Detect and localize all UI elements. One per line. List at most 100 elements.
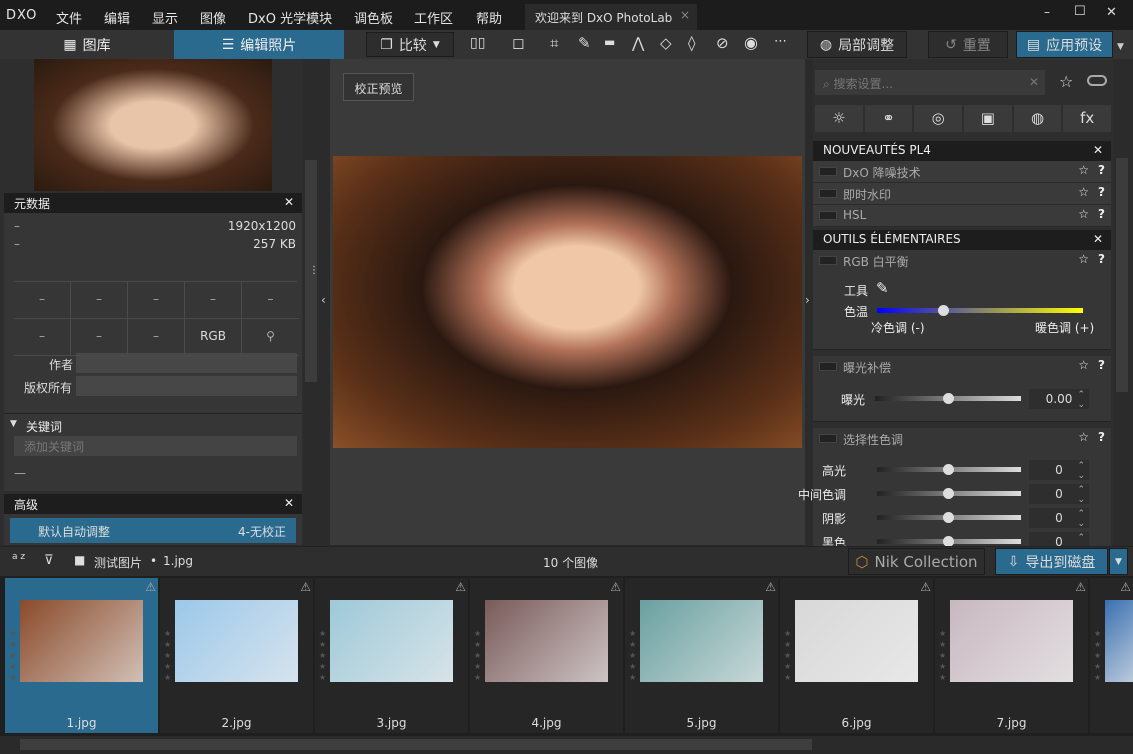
- repair-icon[interactable]: ⊘: [716, 34, 729, 52]
- star-icon[interactable]: ☆: [1078, 252, 1089, 266]
- nik-collection-button[interactable]: ⬡ Nik Collection: [848, 548, 985, 575]
- menu-palettes[interactable]: 调色板: [354, 8, 393, 27]
- star-icon[interactable]: ☆: [1078, 358, 1089, 372]
- tool-toggle[interactable]: [819, 362, 837, 371]
- help-icon[interactable]: ?: [1098, 358, 1105, 372]
- menu-workspace[interactable]: 工作区: [414, 8, 453, 27]
- help-icon[interactable]: ?: [1098, 163, 1105, 177]
- tool-row[interactable]: RGB 白平衡 ☆?: [813, 250, 1111, 272]
- palette-tab-color[interactable]: ⚭: [864, 105, 913, 132]
- slider-knob[interactable]: [943, 488, 954, 499]
- temperature-slider[interactable]: [877, 305, 1083, 316]
- help-icon[interactable]: ?: [1098, 185, 1105, 199]
- rating-stars[interactable]: ★ ★ ★ ★ ★: [784, 628, 791, 683]
- search-input[interactable]: ⌕ 搜索设置... ✕: [815, 70, 1045, 95]
- tone-value[interactable]: 0 ⌃⌄: [1029, 484, 1089, 505]
- tone-slider[interactable]: [877, 536, 1021, 547]
- collapse-triangle-icon[interactable]: ▼: [10, 419, 17, 429]
- close-icon[interactable]: ✕: [1093, 143, 1103, 157]
- close-icon[interactable]: ✕: [284, 195, 294, 209]
- correction-preview-button[interactable]: 校正预览: [343, 73, 414, 101]
- keywords-input[interactable]: 添加关键词: [14, 436, 297, 456]
- favorite-star-icon[interactable]: ☆: [1059, 72, 1073, 91]
- copyright-input[interactable]: [76, 376, 297, 396]
- tool-row[interactable]: 选择性色调 ☆?: [813, 428, 1111, 450]
- local-adjust-button[interactable]: ◍ 局部调整: [807, 31, 907, 58]
- star-icon[interactable]: ☆: [1078, 185, 1089, 199]
- exposure-value[interactable]: 0.00 ⌃ ⌄: [1029, 389, 1089, 410]
- tone-slider[interactable]: [877, 464, 1021, 475]
- slider-knob[interactable]: [943, 393, 954, 404]
- spinner-icon[interactable]: ⌃⌄: [1077, 509, 1085, 529]
- perspective-8-icon[interactable]: ◊: [688, 34, 695, 52]
- fit-view-icon[interactable]: ◻: [512, 34, 524, 52]
- close-icon[interactable]: ✕: [1093, 232, 1103, 246]
- apply-preset-button[interactable]: ▤ 应用预设: [1016, 31, 1113, 58]
- right-scrollbar[interactable]: [1116, 158, 1128, 392]
- menu-optics[interactable]: DxO 光学模块: [248, 8, 332, 27]
- help-icon[interactable]: ?: [1098, 430, 1105, 444]
- star-icon[interactable]: ☆: [1078, 430, 1089, 444]
- reset-button[interactable]: ↺ 重置: [928, 31, 1008, 58]
- minimize-button[interactable]: –: [1044, 5, 1050, 19]
- rating-stars[interactable]: ★ ★ ★ ★ ★: [164, 628, 171, 683]
- close-icon[interactable]: ✕: [284, 496, 294, 510]
- grid-overlay-icon[interactable]: ⋯: [774, 34, 787, 49]
- star-icon[interactable]: ☆: [1078, 207, 1089, 221]
- slider-knob[interactable]: [943, 464, 954, 475]
- rating-stars[interactable]: ★ ★ ★ ★ ★: [474, 628, 481, 683]
- collapse-right-icon[interactable]: ›: [805, 293, 810, 307]
- filmstrip-thumbnail[interactable]: ★ ★ ★ ★ ★ ⚠ 3.jpg: [315, 578, 468, 733]
- tab-close-icon[interactable]: ×: [680, 8, 690, 22]
- filmstrip-thumbnail[interactable]: ★ ★ ★ ★ ★ ⚠ 2.jpg: [160, 578, 313, 733]
- close-window-button[interactable]: ✕: [1106, 5, 1117, 20]
- tool-toggle[interactable]: [819, 211, 837, 220]
- spinner-icon[interactable]: ⌃⌄: [1077, 461, 1085, 481]
- crop-icon[interactable]: ⌗: [550, 34, 558, 52]
- rating-stars[interactable]: ★ ★ ★ ★ ★: [9, 628, 16, 683]
- preset-row[interactable]: 默认自动调整 4-无校正: [10, 518, 296, 543]
- tool-row[interactable]: DxO 降噪技术 ☆?: [813, 161, 1111, 183]
- panel-drag-handle-icon[interactable]: ⋮: [309, 265, 319, 276]
- eyedropper-icon[interactable]: ✎: [578, 34, 591, 52]
- slider-knob[interactable]: [943, 512, 954, 523]
- split-view-icon[interactable]: ▯▯: [470, 35, 485, 51]
- tool-toggle[interactable]: [819, 167, 837, 176]
- eye-icon[interactable]: ◉: [744, 33, 758, 52]
- tone-value[interactable]: 0 ⌃⌄: [1029, 508, 1089, 529]
- eyedropper-icon[interactable]: ✎: [876, 279, 889, 297]
- palette-tab-detail[interactable]: ◎: [914, 105, 963, 132]
- tone-slider[interactable]: [877, 488, 1021, 499]
- tone-value[interactable]: 0 ⌃⌄: [1029, 460, 1089, 481]
- tool-row[interactable]: HSL ☆?: [813, 205, 1111, 227]
- perspective-icon[interactable]: ⋀: [632, 34, 644, 52]
- horizon-icon[interactable]: ▬: [604, 35, 615, 49]
- spinner-icon[interactable]: ⌃⌄: [1077, 485, 1085, 505]
- menu-edit[interactable]: 编辑: [104, 8, 130, 27]
- folder-name[interactable]: 测试图片: [94, 554, 142, 571]
- palette-tab-light[interactable]: ☼: [815, 105, 863, 132]
- collapse-left-icon[interactable]: ‹: [321, 293, 326, 307]
- tool-toggle[interactable]: [819, 256, 837, 265]
- help-icon[interactable]: ?: [1098, 252, 1105, 266]
- filter-icon[interactable]: ⊽: [44, 553, 54, 568]
- filmstrip-thumbnail[interactable]: ★ ★ ★ ★ ★ ⚠ 4.jpg: [470, 578, 623, 733]
- filmstrip-thumbnail[interactable]: ★ ★ ★ ★ ★ ⚠ 1.jpg: [5, 578, 158, 733]
- author-input[interactable]: [76, 353, 297, 373]
- menu-help[interactable]: 帮助: [476, 8, 502, 27]
- rating-stars[interactable]: ★ ★ ★ ★ ★: [629, 628, 636, 683]
- filmstrip-thumbnail[interactable]: ★ ★ ★ ★ ★ ⚠ 6.jpg: [780, 578, 933, 733]
- menu-view[interactable]: 显示: [152, 8, 178, 27]
- toggle-icon[interactable]: [1087, 75, 1107, 86]
- export-button[interactable]: ⇩ 导出到磁盘: [995, 548, 1108, 575]
- clear-search-icon[interactable]: ✕: [1029, 75, 1039, 89]
- help-icon[interactable]: ?: [1098, 207, 1105, 221]
- compare-button[interactable]: ❐ 比较 ▼: [366, 32, 454, 57]
- menu-file[interactable]: 文件: [56, 8, 82, 27]
- rating-stars[interactable]: ★ ★ ★ ★ ★: [1094, 628, 1101, 683]
- tone-slider[interactable]: [877, 512, 1021, 523]
- rating-stars[interactable]: ★ ★ ★ ★ ★: [319, 628, 326, 683]
- filmstrip-scrollbar-thumb[interactable]: [20, 739, 812, 750]
- export-dropdown[interactable]: ▼: [1109, 548, 1128, 575]
- slider-knob[interactable]: [937, 305, 949, 316]
